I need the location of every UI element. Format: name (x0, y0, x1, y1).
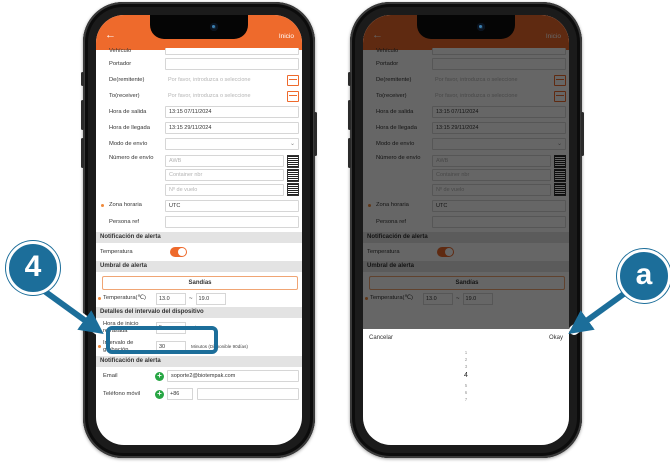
callout-arrows (31, 280, 637, 335)
step-letter-badge: a (617, 249, 670, 303)
step-number-badge: 4 (6, 241, 60, 295)
